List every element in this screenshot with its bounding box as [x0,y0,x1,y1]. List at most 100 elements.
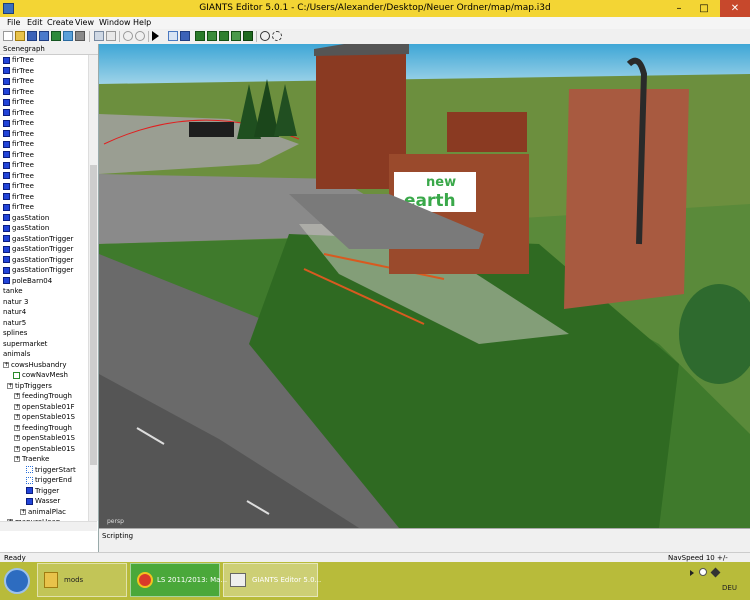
scenegraph-item[interactable]: + feedingTrough [14,423,72,434]
close-button[interactable]: ✕ [720,0,750,17]
menu-view[interactable]: View [75,18,94,27]
scenegraph-item[interactable]: firTree [3,55,34,66]
scenegraph-item[interactable]: firTree [3,160,34,171]
scenegraph-item[interactable]: Trigger [26,486,59,497]
scenegraph-item[interactable]: tanke [3,286,23,297]
scenegraph-item[interactable]: + cowsHusbandry [3,360,66,371]
properties-icon[interactable] [75,31,85,41]
expand-icon[interactable]: + [14,414,20,420]
taskbar-item-mods[interactable]: mods [37,563,127,597]
scenegraph-item[interactable]: firTree [3,87,34,98]
move-tool-icon[interactable] [180,31,190,41]
network-icon[interactable] [698,568,707,576]
scenegraph-item[interactable]: cowNavMesh [13,370,68,381]
terrain-sculpt-icon[interactable] [195,31,205,41]
scenegraph-item[interactable]: + animalPlac [20,507,66,518]
undo-icon[interactable] [123,31,133,41]
scenegraph-item[interactable]: firTree [3,108,34,119]
scenegraph-item[interactable]: gasStationTrigger [3,255,73,266]
expand-icon[interactable]: + [20,508,26,515]
language-indicator[interactable]: DEU [722,584,737,592]
scenegraph-item[interactable]: + Traenke [14,454,49,465]
select-tool-icon[interactable] [168,31,178,41]
expand-icon[interactable]: + [7,382,13,389]
scenegraph-item[interactable]: + tipTriggers [7,381,52,392]
scenegraph-item[interactable]: + openStable01F [14,402,75,413]
start-button[interactable] [4,568,30,594]
copy-icon[interactable] [94,31,104,41]
expand-icon[interactable]: + [14,393,20,399]
maximize-button[interactable]: □ [692,0,716,17]
expand-icon[interactable]: + [14,435,20,441]
scenegraph-item[interactable]: animals [3,349,30,360]
menu-edit[interactable]: Edit [27,18,43,27]
scenegraph-item[interactable]: gasStation [3,213,49,224]
scenegraph-item[interactable]: supermarket [3,339,47,350]
save-all-icon[interactable] [39,31,49,41]
taskbar-item-chrome[interactable]: LS 2011/2013: Ma... [130,563,227,597]
scenegraph-item[interactable]: + openStable01S [14,444,75,455]
scripting-panel[interactable]: Scripting [99,528,750,553]
scenegraph-item[interactable]: firTree [3,118,34,129]
minimize-button[interactable]: – [667,0,691,17]
expand-icon[interactable]: + [14,445,20,452]
scrollbar-thumb[interactable] [90,165,97,465]
horizontal-scrollbar[interactable] [0,521,97,531]
scenegraph-item[interactable]: firTree [3,66,34,77]
scenegraph-item[interactable]: firTree [3,150,34,161]
taskbar-item-giants-editor[interactable]: GIANTS Editor 5.0... [223,563,321,597]
scenegraph-item[interactable]: triggerEnd [26,475,72,486]
scenegraph-item[interactable]: firTree [3,76,34,87]
gear-icon[interactable] [260,31,270,41]
menu-help[interactable]: Help [133,18,151,27]
menu-window[interactable]: Window [99,18,131,27]
redo-icon[interactable] [135,31,145,41]
foliage-paint-icon[interactable] [219,31,229,41]
expand-icon[interactable]: + [3,361,9,368]
scenegraph-item[interactable]: gasStationTrigger [3,265,73,276]
expand-icon[interactable]: + [14,456,20,462]
play-icon[interactable] [152,31,159,41]
scenegraph-item[interactable]: firTree [3,192,34,203]
export-icon[interactable] [51,31,61,41]
scenegraph-item[interactable]: firTree [3,202,34,213]
scenegraph-item[interactable]: splines [3,328,27,339]
new-file-icon[interactable] [3,31,13,41]
vertical-scrollbar[interactable] [88,55,98,521]
scenegraph-item[interactable]: + openStable01S [14,412,75,423]
status-ready: Ready [4,554,26,562]
scenegraph-item[interactable]: Wasser [26,496,60,507]
scenegraph-item[interactable]: gasStationTrigger [3,244,73,255]
scenegraph-item[interactable]: gasStation [3,223,49,234]
scenegraph-item[interactable]: triggerStart [26,465,76,476]
expand-icon[interactable]: + [14,403,20,410]
save-icon[interactable] [27,31,37,41]
scenegraph-item[interactable]: natur 3 [3,297,28,308]
scenegraph-item-label: gasStation [12,224,50,232]
menu-file[interactable]: File [7,18,20,27]
menu-create[interactable]: Create [47,18,74,27]
scenegraph-item[interactable]: natur4 [3,307,26,318]
paste-icon[interactable] [106,31,116,41]
scenegraph-item[interactable]: poleBarn04 [3,276,52,287]
scenegraph-item[interactable]: natur5 [3,318,26,329]
settings-icon[interactable] [272,31,282,41]
terrain-paint-icon[interactable] [207,31,217,41]
scenegraph-item[interactable]: firTree [3,129,34,140]
expand-icon[interactable]: + [14,424,20,431]
tree-paint-icon[interactable] [243,31,253,41]
grass-paint-icon[interactable] [231,31,241,41]
flag-icon[interactable] [710,567,721,578]
scenegraph-item[interactable]: firTree [3,97,34,108]
scenegraph-item[interactable]: firTree [3,181,34,192]
scenegraph-item[interactable]: + feedingTrough [14,391,72,402]
open-folder-icon[interactable] [15,31,25,41]
scenegraph-item[interactable]: + openStable01S [14,433,75,444]
tray-arrow-icon[interactable] [690,570,694,576]
scenegraph-item[interactable]: gasStationTrigger [3,234,73,245]
3d-viewport[interactable]: new earth persp [99,44,750,528]
scenegraph-item[interactable]: firTree [3,171,34,182]
scenegraph-tree[interactable]: firTree firTree firTree firTree firTree firTr… [0,55,88,521]
scenegraph-item[interactable]: firTree [3,139,34,150]
import-icon[interactable] [63,31,73,41]
